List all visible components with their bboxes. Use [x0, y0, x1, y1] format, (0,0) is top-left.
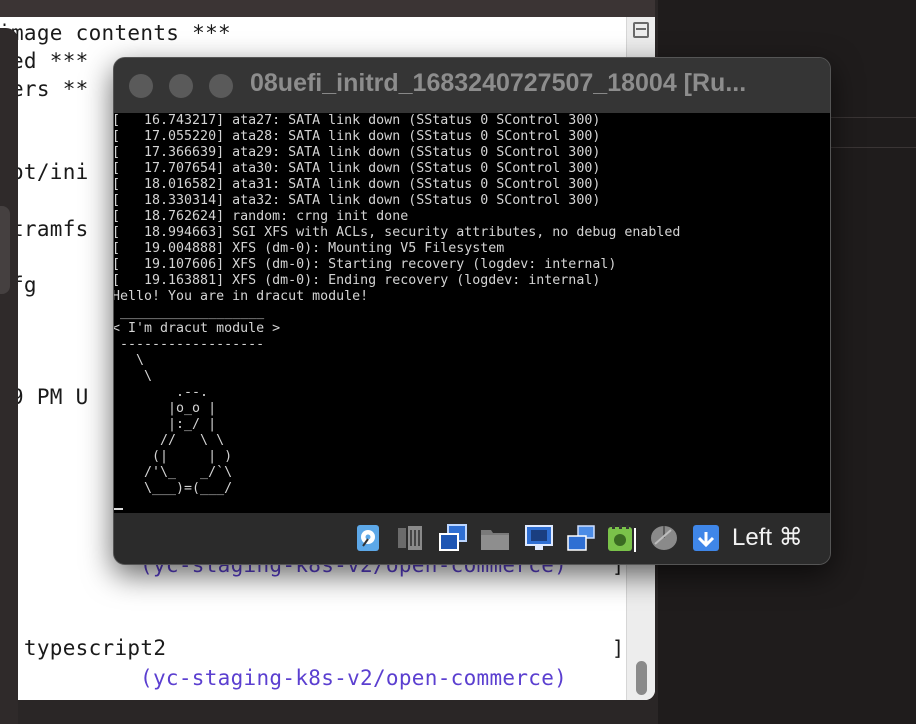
- network-icon[interactable]: [566, 524, 595, 552]
- console-line: [ 19.107606] XFS (dm-0): Starting recove…: [114, 257, 617, 272]
- split-pane-icon[interactable]: [633, 22, 649, 38]
- display-icon[interactable]: [524, 524, 553, 552]
- mouse-integration-icon[interactable]: [649, 524, 677, 552]
- vm-window-titlebar[interactable]: 08uefi_initrd_1683240727507_18004 [Ru...: [114, 58, 830, 113]
- terminal-line: n typescript2: [0, 636, 167, 660]
- git-branch-text: (yc-staging-k8s-v2/open-commerce): [140, 666, 568, 690]
- console-line: [ 18.762624] random: crng init done: [114, 209, 409, 224]
- console-line: // \ \: [114, 433, 225, 448]
- console-line: [ 17.055220] ata28: SATA link down (SSta…: [114, 129, 601, 144]
- panel-handle[interactable]: [0, 206, 10, 294]
- keyboard-capture-icon[interactable]: [692, 524, 720, 552]
- console-line: /'\_ _/`\: [114, 465, 233, 480]
- shared-folder-icon[interactable]: [480, 524, 509, 552]
- console-line: (| | ): [114, 449, 233, 464]
- prompt-bracket: ]: [612, 636, 625, 660]
- minimize-button[interactable]: [169, 74, 193, 98]
- host-key-label[interactable]: Left ⌘: [732, 523, 803, 552]
- console-line: [ 18.994663] SGI XFS with ACLs, security…: [114, 225, 681, 240]
- console-line: [ 17.366639] ata29: SATA link down (SSta…: [114, 145, 601, 160]
- console-line: |o_o |: [114, 401, 217, 416]
- hard-disk-icon[interactable]: [354, 524, 382, 552]
- zoom-button[interactable]: [209, 74, 233, 98]
- scrollbar-thumb[interactable]: [636, 661, 647, 695]
- console-line: [ 18.016582] ata31: SATA link down (SSta…: [114, 177, 601, 192]
- text-cursor: [114, 508, 123, 510]
- vm-console-screen[interactable]: [ 16.743217] ata27: SATA link down (SSta…: [114, 113, 830, 513]
- usb-icon[interactable]: [438, 524, 467, 552]
- console-line: \: [114, 353, 145, 368]
- console-line: .--.: [114, 385, 209, 400]
- optical-drive-icon[interactable]: [396, 524, 424, 552]
- console-line: Hello! You are in dracut module!: [114, 289, 369, 304]
- console-line: [ 18.330314] ata32: SATA link down (SSta…: [114, 193, 601, 208]
- vm-window[interactable]: 08uefi_initrd_1683240727507_18004 [Ru...…: [113, 57, 831, 565]
- console-line: \___)=(___/: [114, 481, 233, 496]
- console-line: ------------------: [114, 337, 265, 352]
- background-terminal-tabbar: [0, 0, 655, 17]
- console-line: < I'm dracut module >: [114, 321, 281, 336]
- console-line: |:_/ |: [114, 417, 217, 432]
- vm-status-bar: Left ⌘: [114, 513, 830, 564]
- console-line: \: [114, 369, 153, 384]
- left-side-panel: [0, 28, 18, 724]
- vm-window-title: 08uefi_initrd_1683240727507_18004 [Ru...: [250, 69, 747, 97]
- recording-icon[interactable]: [606, 524, 636, 552]
- terminal-line: image contents ***: [0, 21, 231, 45]
- close-button[interactable]: [129, 74, 153, 98]
- console-line: [ 16.743217] ata27: SATA link down (SSta…: [114, 113, 601, 128]
- console-line: [ 17.707654] ata30: SATA link down (SSta…: [114, 161, 601, 176]
- console-line: __________________: [114, 305, 265, 320]
- console-line: [ 19.163881] XFS (dm-0): Ending recovery…: [114, 273, 601, 288]
- console-line: [ 19.004888] XFS (dm-0): Mounting V5 Fil…: [114, 241, 505, 256]
